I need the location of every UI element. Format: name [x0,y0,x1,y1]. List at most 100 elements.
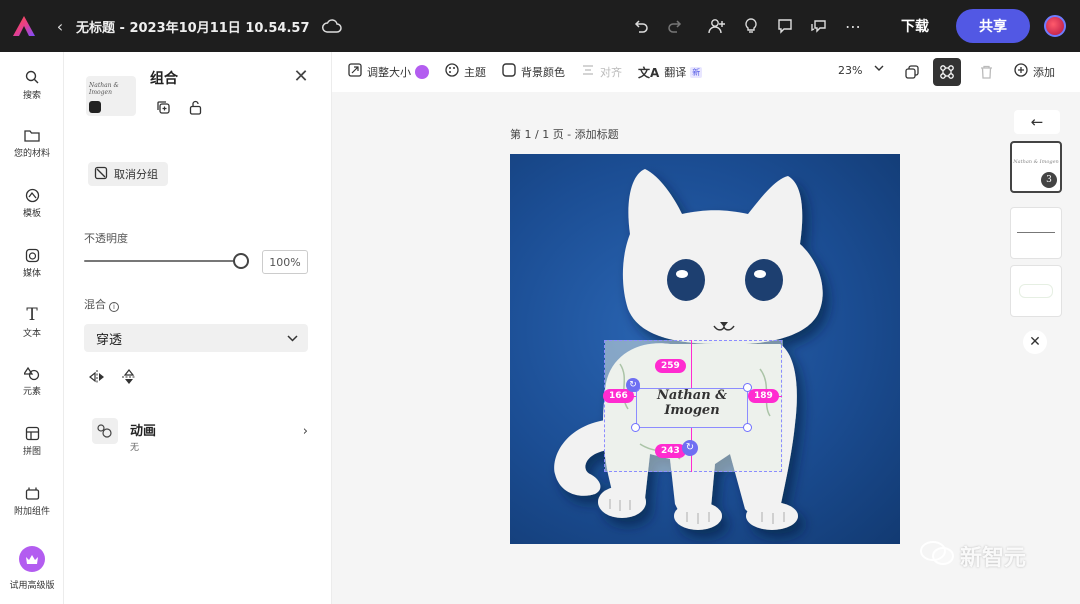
ungroup-button[interactable]: 取消分组 [88,162,168,186]
bg-color-label: 背景颜色 [521,66,565,79]
flip-vertical-icon[interactable] [120,368,138,386]
flip-horizontal-icon[interactable] [88,368,106,386]
add-button[interactable]: 添加 [1014,63,1055,80]
blend-mode-value: 穿透 [96,332,123,348]
rail-item-search[interactable]: 搜索 [0,66,64,101]
text-icon: T [26,305,38,325]
rail-item-materials[interactable]: 您的材料 [0,124,64,159]
undo-icon[interactable] [624,9,658,43]
watermark-text: 新智元 [960,546,1027,571]
group-thumbnail: Nathan & Imogen [86,76,136,116]
translate-icon: 文A [638,65,660,80]
align-label: 对齐 [600,66,622,79]
folder-icon [0,124,64,146]
zoom-chevron-icon[interactable] [874,62,884,75]
resize-handle[interactable] [631,423,640,432]
grid-icon [0,422,64,444]
media-icon [0,244,64,266]
resize-handle[interactable] [743,423,752,432]
rail-item-premium[interactable]: 试用高级版 [0,546,64,591]
premium-crown-icon [415,65,429,79]
download-button[interactable]: 下载 [880,9,950,43]
rail-label: 附加组件 [13,507,50,517]
user-avatar[interactable] [1044,15,1066,37]
ungroup-icon [94,166,108,183]
thumb-line [1017,232,1055,233]
properties-panel: Nathan & Imogen 组合 ✕ 取消分组 不透明度 100% 混合 i … [64,52,332,604]
add-label: 添加 [1033,65,1055,79]
chevron-down-icon [287,331,298,346]
share-button[interactable]: 共享 [956,9,1030,43]
text-selection-box[interactable] [636,388,748,428]
rotate-secondary-icon[interactable]: ↻ [626,378,640,392]
group-selection-icon[interactable] [933,58,961,86]
unlock-icon[interactable] [186,98,204,116]
info-icon[interactable]: i [109,302,119,312]
align-tool[interactable]: 对齐 [581,63,622,81]
chat-bubbles-icon[interactable] [802,9,836,43]
comment-icon[interactable] [768,9,802,43]
animation-icon [92,418,118,444]
animation-title: 动画 [130,424,157,439]
shapes-icon [0,362,64,384]
wechat-icon [920,540,954,572]
rail-label: 拼图 [22,447,41,457]
animation-row[interactable]: 动画 无 › [88,414,312,458]
palette-icon [445,63,459,81]
cloud-sync-icon [321,19,342,33]
crown-icon [19,546,45,572]
blend-mode-select[interactable]: 穿透 [84,324,308,352]
page-thumbnail-3[interactable] [1010,265,1062,317]
rail-item-elements[interactable]: 元素 [0,362,64,397]
rail-item-addons[interactable]: 附加组件 [0,482,64,517]
thumb-shape [1019,284,1053,298]
page-thumbnail-1[interactable]: Nathan & Imogen 3 [1010,141,1062,193]
page-thumb-text: Nathan & Imogen [1013,159,1059,165]
measure-right-chip: 189 [748,389,779,403]
opacity-label: 不透明度 [84,232,128,245]
lightbulb-icon[interactable] [734,9,768,43]
resize-tool[interactable]: 调整大小 [348,63,429,81]
page-count-badge: 3 [1041,172,1057,188]
resize-handle[interactable] [743,383,752,392]
search-icon [0,66,64,88]
rail-item-media[interactable]: 媒体 [0,244,64,279]
rail-label: 媒体 [22,269,41,279]
theme-tool[interactable]: 主题 [445,63,486,81]
guide-top [691,340,692,388]
design-canvas[interactable]: Nathan & Imogen 259 166 189 243 ↻ ↻ [510,154,900,544]
opacity-slider-handle[interactable] [233,253,249,269]
back-chevron-icon[interactable]: ‹ [48,17,72,36]
delete-icon[interactable] [972,58,1000,86]
addons-icon [0,482,64,504]
resize-icon [348,63,362,81]
invite-user-icon[interactable] [700,9,734,43]
collapse-pages-arrow-icon[interactable]: ← [1014,110,1060,134]
canvas-toolbar: 调整大小 主题 背景颜色 对齐 文A 翻译 新 23% 添加 [332,52,1080,92]
layers-icon[interactable] [898,58,926,86]
rotate-icon[interactable]: ↻ [682,440,698,456]
thumbnail-text: Nathan & Imogen [89,82,119,96]
rail-item-grid[interactable]: 拼图 [0,422,64,457]
rail-item-text[interactable]: T 文本 [0,304,64,339]
translate-tool[interactable]: 文A 翻译 新 [638,64,703,81]
redo-icon[interactable] [658,9,692,43]
duplicate-icon[interactable] [154,98,172,116]
page-thumbnail-2[interactable] [1010,207,1062,259]
background-color-tool[interactable]: 背景颜色 [502,63,565,81]
rail-item-templates[interactable]: 模板 [0,184,64,219]
plus-circle-icon [1014,63,1028,80]
opacity-slider-track[interactable] [84,260,241,262]
opacity-input[interactable]: 100% [262,250,308,274]
theme-label: 主题 [464,66,486,79]
page-label[interactable]: 第 1 / 1 页 - 添加标题 [510,126,619,142]
adobe-express-logo[interactable] [0,0,48,52]
more-options-icon[interactable]: ⋯ [836,9,870,43]
document-title[interactable]: 无标题 - 2023年10月11日 10.54.57 [76,17,310,36]
zoom-level[interactable]: 23% [838,64,862,77]
align-icon [581,63,595,81]
panel-title: 组合 [150,71,178,87]
close-icon[interactable]: ✕ [1023,330,1047,354]
watermark: 新智元 [920,540,1026,572]
close-icon[interactable]: ✕ [292,66,310,87]
